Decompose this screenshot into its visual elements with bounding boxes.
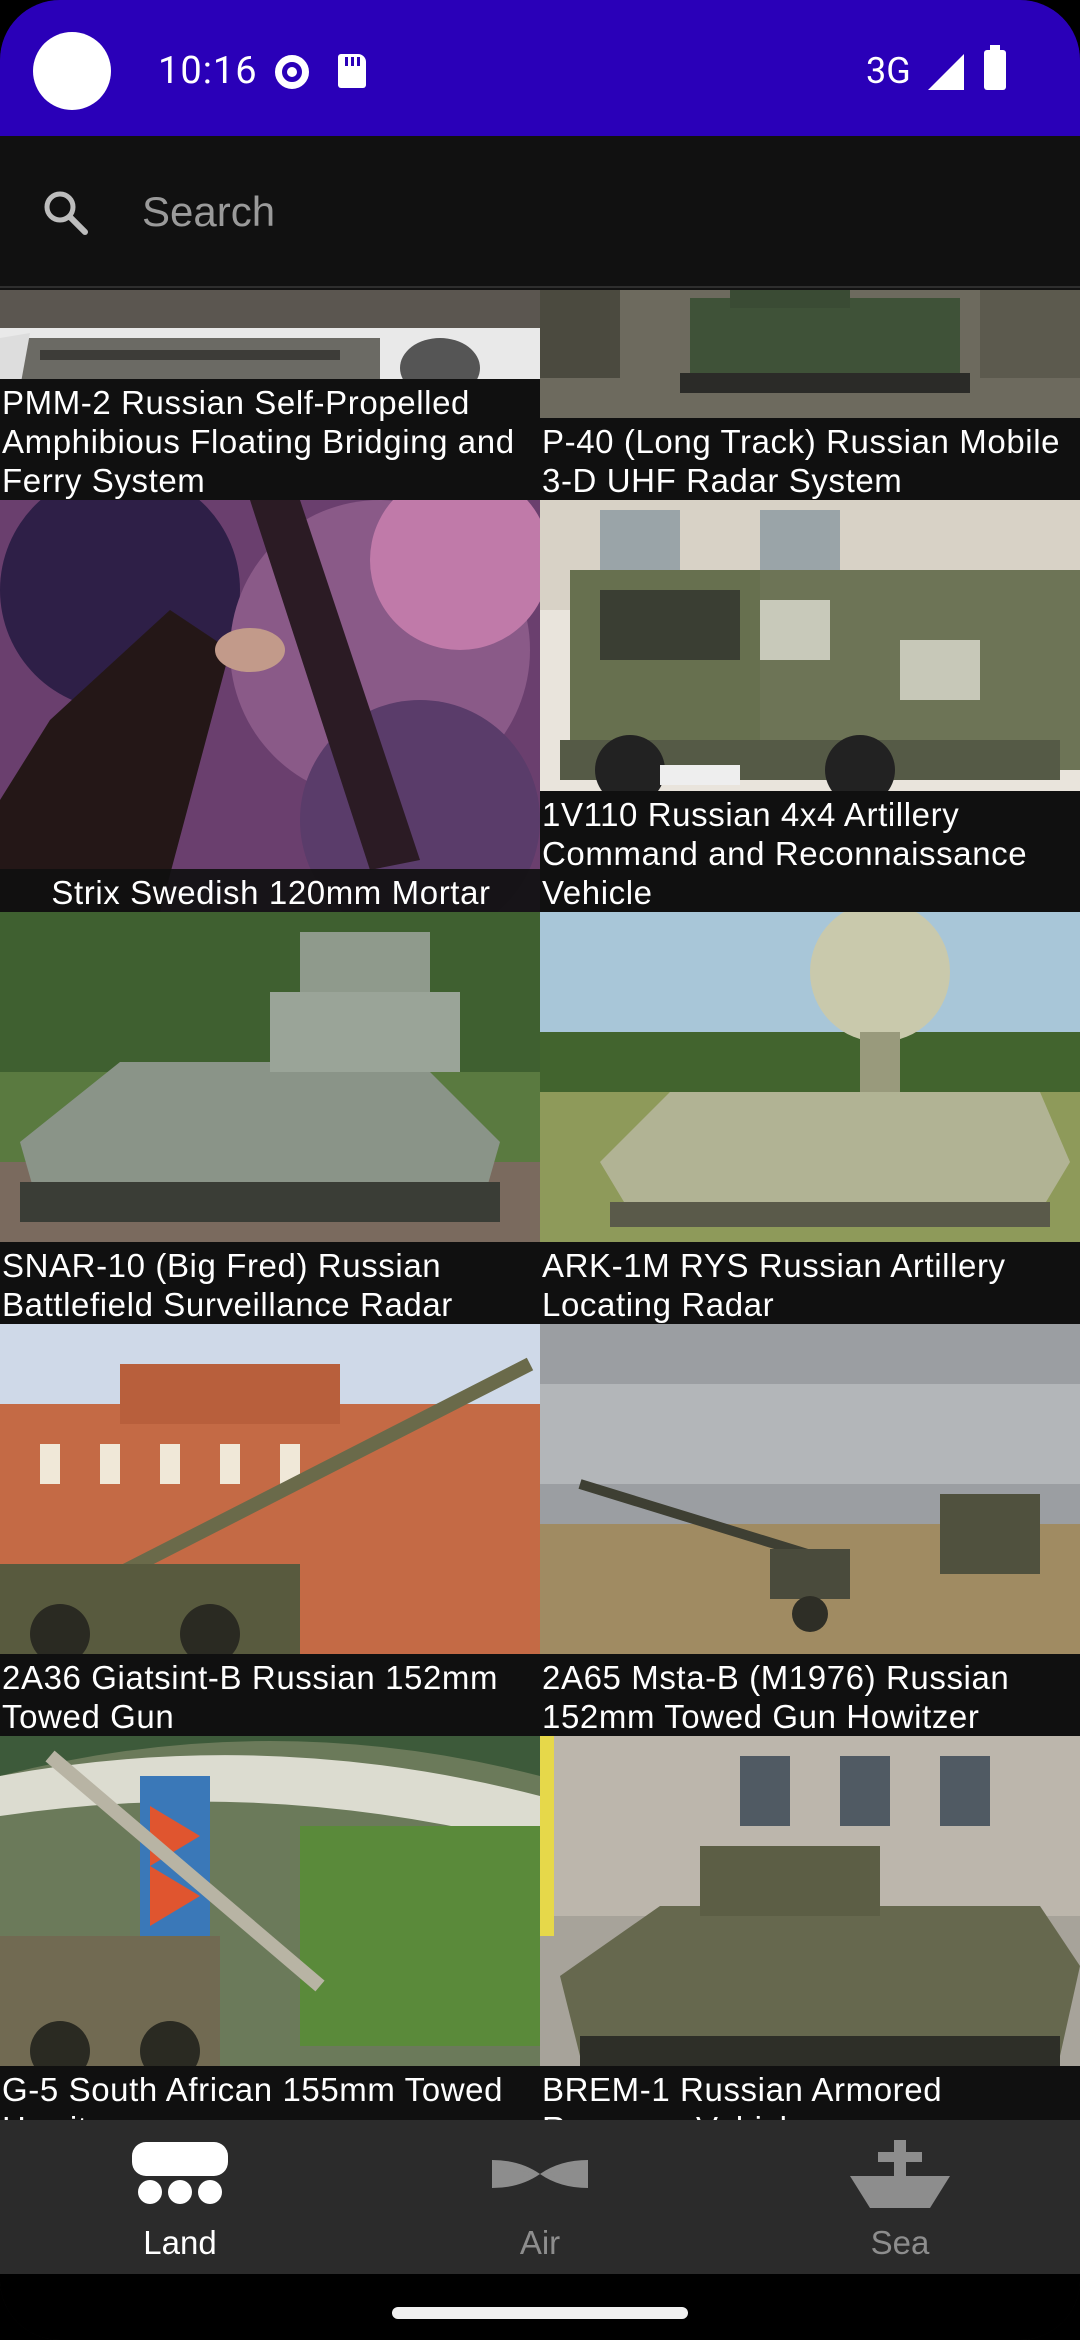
tile-caption: BREM-1 Russian Armored Recovery Vehicle	[540, 2066, 1080, 2120]
app-screen: 10:16 3G PMM-2 Russian Self-Propelled Am…	[0, 0, 1080, 2340]
nav-label-land: Land	[143, 2224, 217, 2261]
equipment-grid: PMM-2 Russian Self-Propelled Amphibious …	[0, 290, 1080, 2120]
tile-caption: Strix Swedish 120mm Mortar	[0, 869, 540, 912]
grid-tile[interactable]: G-5 South African 155mm Towed Howitzer	[0, 1736, 540, 2120]
tile-image	[0, 500, 540, 912]
tile-caption: 2A65 Msta-B (M1976) Russian 152mm Towed …	[540, 1654, 1080, 1736]
ship-icon	[850, 2140, 950, 2208]
tank-icon	[132, 2142, 228, 2204]
gesture-area	[0, 2274, 1080, 2340]
nav-label-sea: Sea	[870, 2224, 930, 2261]
aircraft-icon	[492, 2160, 588, 2188]
grid-tile[interactable]: BREM-1 Russian Armored Recovery Vehicle	[540, 1736, 1080, 2120]
sd-card-icon	[338, 54, 366, 88]
battery-icon	[984, 45, 1006, 90]
tile-caption: P-40 (Long Track) Russian Mobile 3-D UHF…	[540, 418, 1080, 500]
nav-item-land[interactable]: Land	[0, 2120, 360, 2274]
network-type: 3G	[866, 50, 911, 92]
nav-label-air: Air	[519, 2224, 561, 2261]
status-time: 10:16	[158, 49, 258, 93]
search-bar	[0, 136, 1080, 288]
avatar-icon	[33, 32, 111, 110]
grid-tile[interactable]: 1V110 Russian 4x4 Artillery Command and …	[540, 500, 1080, 912]
search-input[interactable]	[142, 176, 1022, 248]
tile-image	[540, 1736, 1080, 2120]
tile-caption: 2A36 Giatsint-B Russian 152mm Towed Gun	[0, 1654, 540, 1736]
grid-tile[interactable]: SNAR-10 (Big Fred) Russian Battlefield S…	[0, 912, 540, 1324]
search-icon[interactable]	[40, 187, 90, 237]
nav-item-sea[interactable]: Sea	[720, 2120, 1080, 2274]
bottom-navigation: Land Air Sea	[0, 2120, 1080, 2274]
tile-image	[0, 1736, 540, 2120]
home-indicator[interactable]	[392, 2307, 688, 2319]
grid-tile[interactable]: P-40 (Long Track) Russian Mobile 3-D UHF…	[540, 290, 1080, 500]
nav-item-air[interactable]: Air	[360, 2120, 720, 2274]
grid-tile[interactable]: Strix Swedish 120mm Mortar	[0, 500, 540, 912]
tile-caption: PMM-2 Russian Self-Propelled Amphibious …	[0, 379, 540, 500]
grid-tile[interactable]: 2A36 Giatsint-B Russian 152mm Towed Gun	[0, 1324, 540, 1736]
grid-tile[interactable]: ARK-1M RYS Russian Artillery Locating Ra…	[540, 912, 1080, 1324]
tile-caption: 1V110 Russian 4x4 Artillery Command and …	[540, 791, 1080, 912]
tile-caption: ARK-1M RYS Russian Artillery Locating Ra…	[540, 1242, 1080, 1324]
tile-caption: SNAR-10 (Big Fred) Russian Battlefield S…	[0, 1242, 540, 1324]
status-bar: 10:16 3G	[0, 0, 1080, 136]
tile-caption: G-5 South African 155mm Towed Howitzer	[0, 2066, 540, 2120]
sync-ring-icon	[275, 55, 309, 89]
grid-tile[interactable]: 2A65 Msta-B (M1976) Russian 152mm Towed …	[540, 1324, 1080, 1736]
signal-icon	[928, 54, 964, 90]
grid-tile[interactable]: PMM-2 Russian Self-Propelled Amphibious …	[0, 290, 540, 500]
